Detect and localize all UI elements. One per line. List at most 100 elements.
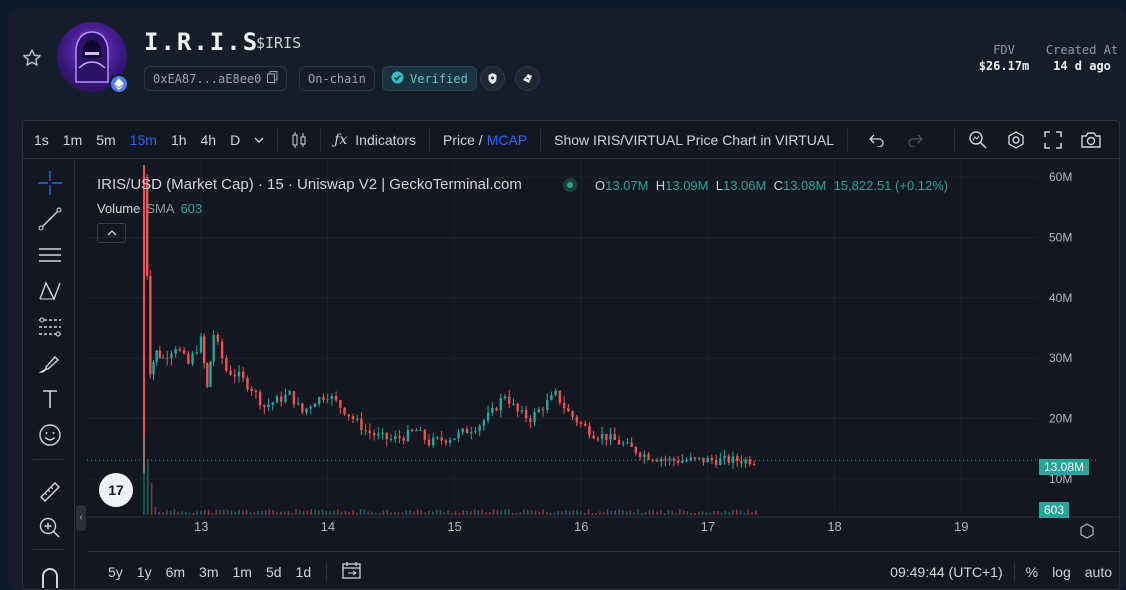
interval-dropdown-chevron-down-icon[interactable] <box>247 137 271 143</box>
copy-icon[interactable] <box>267 71 278 86</box>
volume-bar <box>310 509 312 515</box>
verified-check-icon <box>391 71 404 87</box>
trend-line-icon[interactable] <box>37 206 63 232</box>
range-1m[interactable]: 1m <box>226 564 259 580</box>
volume-bar <box>652 509 654 515</box>
interval-15m[interactable]: 15m <box>123 132 164 148</box>
volume-bar <box>329 511 331 515</box>
undo-icon[interactable] <box>862 133 892 147</box>
created-at-value: 14 d ago <box>1053 59 1111 73</box>
tradingview-logo-icon[interactable]: 17 <box>99 473 133 507</box>
volume-bar <box>352 510 354 515</box>
volume-bar <box>485 512 487 515</box>
range-5d[interactable]: 5d <box>259 564 289 580</box>
verified-label: Verified <box>410 71 468 86</box>
candle-body <box>170 353 173 359</box>
range-1y[interactable]: 1y <box>130 564 159 580</box>
pattern-icon[interactable] <box>37 278 63 304</box>
price-chart-plot[interactable]: 60M50M40M30M20M10M13 14 15 16 17 18 19 <box>87 159 1119 551</box>
range-3m[interactable]: 3m <box>192 564 225 580</box>
candles-chart-type-icon[interactable] <box>284 130 314 150</box>
time-axis-label: 16 <box>574 519 588 534</box>
auto-scale-toggle[interactable]: auto <box>1078 564 1119 580</box>
volume-bar <box>599 511 601 515</box>
security-audit-icon[interactable] <box>480 66 505 91</box>
fullscreen-icon[interactable] <box>1037 130 1069 149</box>
volume-bar <box>356 512 358 515</box>
candle-body <box>736 456 739 462</box>
volume-bar <box>299 510 301 515</box>
emoji-icon[interactable] <box>37 422 63 448</box>
ruler-icon[interactable] <box>37 479 63 505</box>
zoom-in-icon[interactable] <box>37 515 63 541</box>
volume-bar <box>253 512 255 515</box>
interval-1s[interactable]: 1s <box>27 132 56 148</box>
candle-body <box>681 460 684 463</box>
volume-bar <box>162 512 164 515</box>
range-5y[interactable]: 5y <box>101 564 130 580</box>
settings-gear-icon[interactable] <box>999 130 1033 150</box>
volume-bar <box>656 511 658 515</box>
volume-bar <box>572 510 575 515</box>
verified-pill[interactable]: Verified <box>382 66 477 91</box>
range-6m[interactable]: 6m <box>159 564 192 580</box>
interval-1h[interactable]: 1h <box>164 132 194 148</box>
collapse-legend-chevron-up-icon[interactable] <box>97 223 126 243</box>
clock-readout[interactable]: 09:49:44 (UTC+1) <box>883 564 1009 580</box>
volume-bar <box>291 512 293 515</box>
brush-icon[interactable] <box>37 350 63 376</box>
volume-bar <box>489 512 491 515</box>
volume-bar <box>736 509 738 515</box>
volume-bar <box>295 509 297 515</box>
bottom-right-controls: 09:49:44 (UTC+1) % log auto <box>883 552 1119 590</box>
candle-body <box>216 334 220 342</box>
time-axis-label: 15 <box>447 519 461 534</box>
volume-bar <box>667 509 670 515</box>
text-tool-icon[interactable] <box>37 386 63 412</box>
candle-body <box>554 390 557 395</box>
favorite-star-icon[interactable] <box>22 48 42 68</box>
indicators-button[interactable]: ƒx Indicators <box>327 132 423 148</box>
volume-bar <box>477 510 480 515</box>
show-virtual-chart-button[interactable]: Show IRIS/VIRTUAL Price Chart in VIRTUAL <box>547 132 841 148</box>
interval-5m[interactable]: 5m <box>89 132 122 148</box>
created-at-stat: Created At 14 d ago <box>1042 43 1122 73</box>
interval-1m[interactable]: 1m <box>56 132 89 148</box>
candle-body <box>613 433 616 440</box>
candle-body <box>199 336 203 353</box>
goto-date-calendar-icon[interactable] <box>335 561 369 582</box>
log-scale-toggle[interactable]: log <box>1045 564 1078 580</box>
candle-body <box>339 400 342 408</box>
volume-bar <box>629 510 632 515</box>
redo-icon[interactable] <box>900 133 930 147</box>
screenshot-camera-icon[interactable] <box>1073 131 1109 149</box>
contract-address: 0xEA87...aE8ee0 <box>153 71 262 86</box>
volume-bar <box>694 512 696 515</box>
axis-settings-gear-icon[interactable] <box>1080 523 1094 539</box>
horizontal-lines-icon[interactable] <box>37 242 63 268</box>
candle-body <box>638 453 642 457</box>
candle-body <box>499 398 502 411</box>
percent-scale-toggle[interactable]: % <box>1019 564 1045 580</box>
volume-bar <box>553 512 556 515</box>
interval-4h[interactable]: 4h <box>194 132 224 148</box>
volume-bar <box>375 512 377 515</box>
volume-bar <box>424 512 426 515</box>
volume-bar <box>709 512 711 515</box>
candle-body <box>360 418 363 431</box>
fib-retracement-icon[interactable] <box>37 314 63 340</box>
collapse-sidebar-chevron-left-icon[interactable]: ‹ <box>76 505 86 531</box>
candle-body <box>655 460 659 462</box>
crosshair-icon[interactable] <box>37 170 63 196</box>
volume-bar <box>348 511 350 515</box>
magnet-icon[interactable] <box>37 563 63 589</box>
explorer-icon[interactable] <box>515 66 540 91</box>
candle-body <box>470 432 473 434</box>
interval-d[interactable]: D <box>223 132 247 148</box>
zoom-search-icon[interactable] <box>961 130 995 150</box>
price-mcap-toggle[interactable]: Price / MCAP <box>436 132 534 148</box>
open-value: 13.07M <box>605 178 649 193</box>
range-1d[interactable]: 1d <box>289 564 319 580</box>
onchain-pill[interactable]: On-chain <box>299 66 375 91</box>
contract-address-pill[interactable]: 0xEA87...aE8ee0 <box>144 66 288 91</box>
